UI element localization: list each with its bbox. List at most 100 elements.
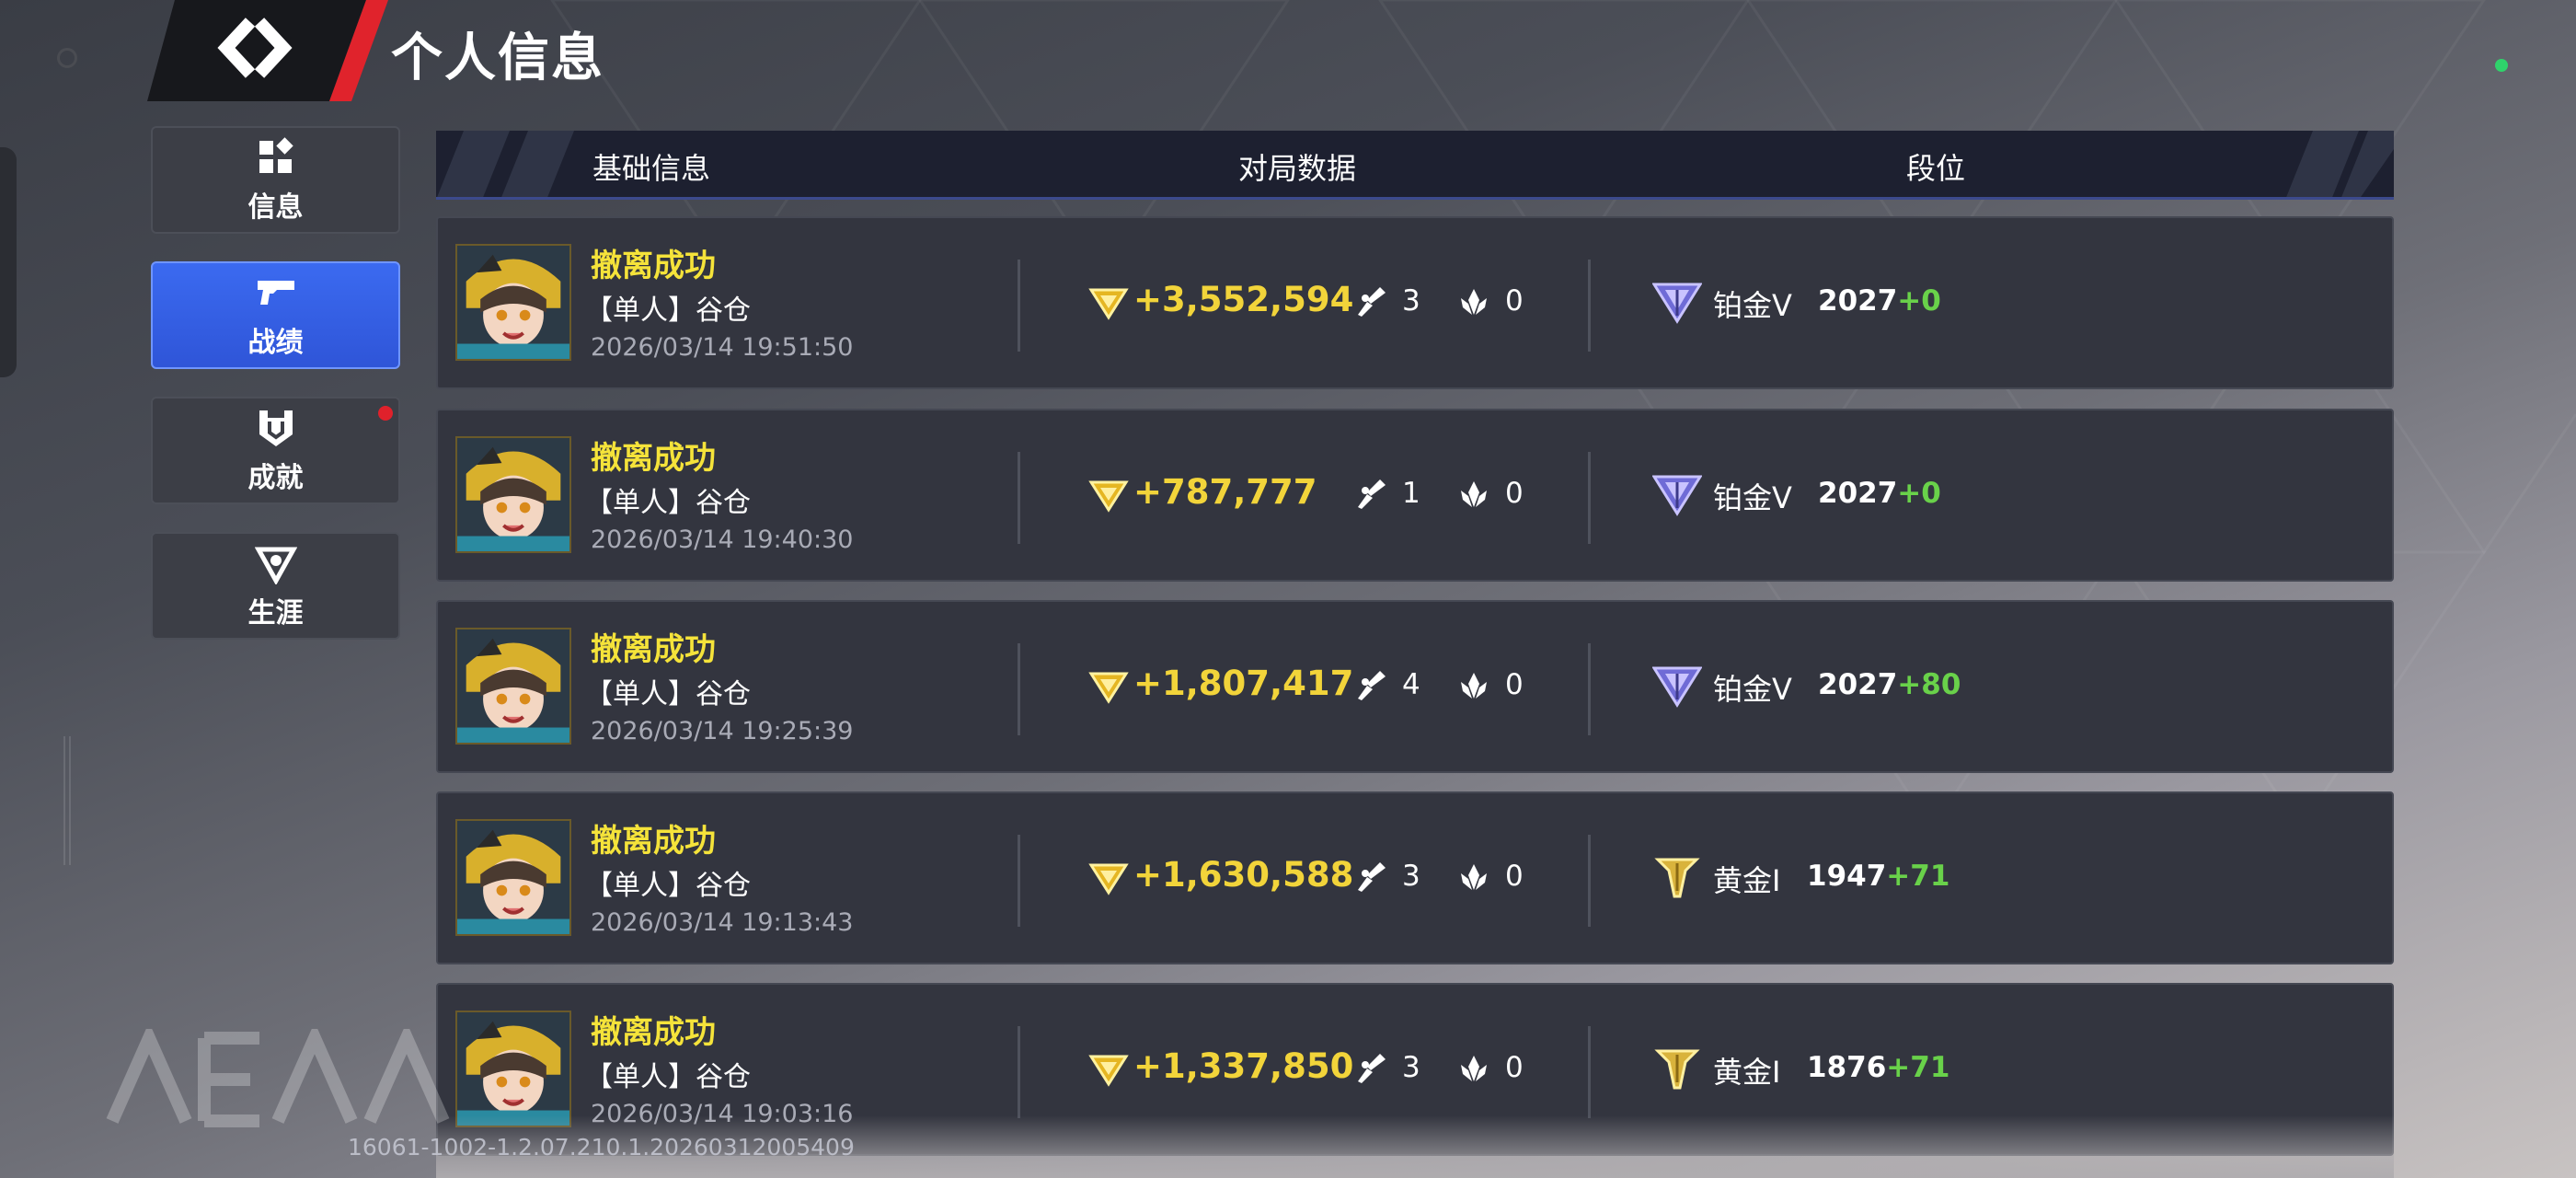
rank-score: 1947+71 [1807,860,1949,893]
back-chevron-icon [147,0,388,101]
match-mode: 【单人】谷仓 [585,1061,751,1093]
header-decoration [437,131,2394,197]
column-header-basic: 基础信息 [592,151,711,186]
assist-icon [1455,667,1492,704]
kill-count: 4 [1402,668,1420,701]
rank-delta: +80 [1897,668,1961,701]
assist-icon [1455,859,1492,895]
kill-icon [1352,1050,1389,1087]
nav-item-achievement[interactable]: 成就 [151,397,400,504]
kill-icon [1352,859,1389,895]
character-avatar [455,819,571,936]
rank-points: 2027 [1818,668,1898,701]
career-icon [254,547,297,584]
kill-icon [1352,667,1389,704]
match-result: 撤离成功 [591,248,716,284]
rank-score: 2027+80 [1818,668,1961,701]
status-indicator [2495,59,2508,72]
match-time: 2026/03/14 19:40:30 [591,525,854,554]
match-row[interactable]: 撤离成功 【单人】谷仓 2026/03/14 19:25:39 +1,807,4… [436,600,2394,773]
rank-points: 2027 [1818,477,1898,510]
match-mode: 【单人】谷仓 [585,678,751,710]
column-divider [1018,643,1020,735]
kill-icon [1352,283,1389,320]
column-divider [1588,260,1591,352]
rank-delta: +71 [1886,1051,1950,1084]
rank-name: 铂金V [1713,288,1792,323]
assist-icon [1455,1050,1492,1087]
kill-count: 3 [1402,860,1420,893]
kill-count: 3 [1402,284,1420,318]
grid-icon [259,136,293,173]
gold-icon [1087,473,1130,515]
gold-icon [1087,856,1130,898]
assist-count: 0 [1505,668,1524,701]
nav-item-info[interactable]: 信息 [151,126,400,234]
nav-label: 成就 [247,461,304,494]
match-mode: 【单人】谷仓 [585,487,751,519]
column-divider [1018,260,1020,352]
match-result: 撤离成功 [591,631,716,668]
platinum-rank-icon [1651,279,1703,325]
assist-count: 0 [1505,1051,1524,1084]
gold-icon [1087,1047,1130,1090]
page-title: 个人信息 [391,29,604,88]
match-result: 撤离成功 [591,823,716,860]
camera-indicator [57,48,77,68]
match-mode: 【单人】谷仓 [585,294,751,327]
gold-icon [1087,664,1130,707]
back-button[interactable] [147,0,396,101]
gold-rank-icon [1652,854,1702,900]
gold-earned: +1,337,850 [1133,1046,1354,1086]
rank-name: 铂金V [1713,480,1792,515]
rank-delta: +71 [1886,860,1950,893]
column-divider [1588,643,1591,735]
column-header-rank: 段位 [1906,151,1966,186]
gold-earned: +3,552,594 [1133,280,1354,319]
badge-icon [259,410,293,446]
kill-count: 1 [1402,477,1420,510]
gold-earned: +1,807,417 [1133,664,1354,703]
column-divider [1018,835,1020,927]
game-logo-watermark [106,1029,450,1127]
gold-earned: +787,777 [1133,472,1317,512]
table-header: 基础信息 对局数据 段位 [436,131,2394,200]
rank-points: 2027 [1818,284,1898,318]
character-avatar [455,1011,571,1127]
platinum-rank-icon [1651,471,1703,517]
assist-count: 0 [1505,860,1524,893]
column-divider [1018,1026,1020,1118]
rank-delta: +0 [1897,477,1941,510]
assist-count: 0 [1505,284,1524,318]
rank-score: 1876+71 [1807,1051,1949,1084]
side-pull-tab[interactable] [0,147,17,377]
rank-score: 2027+0 [1818,284,1941,318]
nav-label: 信息 [247,191,304,224]
version-string: 16061-1002-1.2.07.210.1.20260312005409 [348,1134,855,1161]
assist-icon [1455,283,1492,320]
match-row[interactable]: 撤离成功 【单人】谷仓 2026/03/14 19:13:43 +1,630,5… [436,791,2394,964]
column-divider [1588,1026,1591,1118]
pistol-icon [257,280,294,305]
gold-rank-icon [1652,1045,1702,1091]
match-result: 撤离成功 [591,1014,716,1051]
kill-count: 3 [1402,1051,1420,1084]
rank-points: 1947 [1807,860,1887,893]
match-time: 2026/03/14 19:25:39 [591,717,854,745]
match-row[interactable]: 撤离成功 【单人】谷仓 2026/03/14 19:51:50 +3,552,5… [436,216,2394,389]
gold-icon [1087,281,1130,323]
assist-count: 0 [1505,477,1524,510]
rank-name: 铂金V [1713,672,1792,707]
rank-name: 黄金I [1713,1055,1781,1090]
nav-label: 战绩 [247,326,304,359]
nav-label: 生涯 [247,596,304,629]
match-time: 2026/03/14 19:51:50 [591,333,854,362]
rank-score: 2027+0 [1818,477,1941,510]
nav-item-record[interactable]: 战绩 [151,261,400,369]
match-row[interactable]: 撤离成功 【单人】谷仓 2026/03/14 19:40:30 +787,777… [436,409,2394,582]
character-avatar [455,628,571,745]
nav-item-career[interactable]: 生涯 [151,532,400,640]
match-time: 2026/03/14 19:13:43 [591,908,854,937]
kill-icon [1352,476,1389,513]
column-divider [1588,835,1591,927]
